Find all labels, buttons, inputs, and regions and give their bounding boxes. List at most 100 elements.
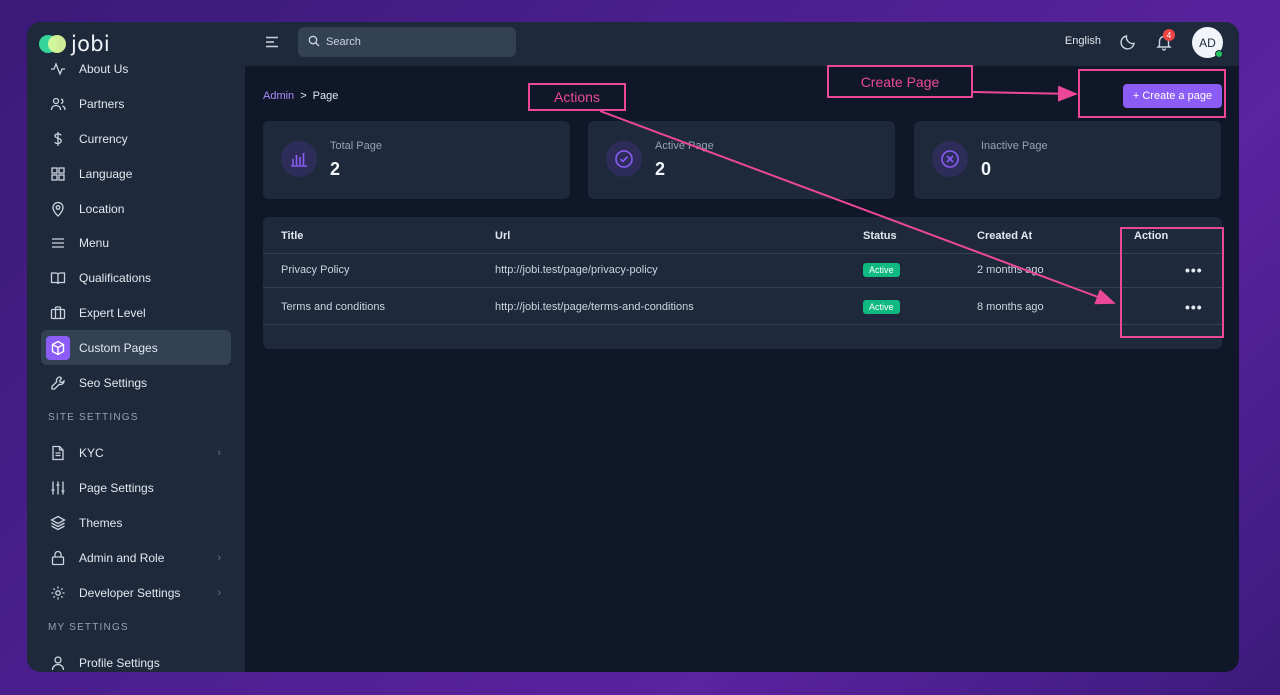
- user-icon: [49, 654, 67, 672]
- logo-mark: [39, 35, 67, 53]
- sidebar-item-qualifications[interactable]: Qualifications: [41, 261, 231, 296]
- pages-table: Title Url Status Created At Action Priva…: [263, 217, 1222, 349]
- sidebar-item-label: Currency: [79, 131, 128, 146]
- annotation-create-button-box: [1078, 69, 1226, 118]
- sidebar: jobi About Us Partners Currency Language…: [27, 22, 245, 672]
- section-title-site-settings: SITE SETTINGS: [48, 412, 139, 424]
- status-badge: Active: [863, 299, 900, 314]
- sidebar-item-label: Qualifications: [79, 271, 152, 286]
- cell-created: 2 months ago: [977, 263, 1044, 276]
- stat-value: 2: [330, 159, 341, 179]
- sidebar-item-label: Developer Settings: [79, 585, 181, 600]
- search-input[interactable]: Search: [298, 27, 516, 57]
- sidebar-nav: About Us Partners Currency Language Loca…: [41, 60, 231, 672]
- map-pin-icon: [49, 200, 67, 218]
- chevron-right-icon: ›: [217, 551, 221, 564]
- sidebar-item-themes[interactable]: Themes: [41, 506, 231, 541]
- annotation-create-page-label: Create Page: [827, 65, 973, 98]
- menu-toggle-icon[interactable]: [265, 35, 279, 49]
- cell-created: 8 months ago: [977, 300, 1044, 313]
- pulse-icon: [49, 60, 67, 78]
- moon-icon[interactable]: [1119, 33, 1137, 51]
- users-icon: [49, 95, 67, 113]
- x-circle-icon: [932, 141, 968, 177]
- sidebar-item-label: Custom Pages: [79, 340, 158, 355]
- stat-label: Inactive Page: [981, 140, 1048, 152]
- status-badge-cell: Active: [863, 251, 900, 288]
- sidebar-item-label: Admin and Role: [79, 550, 165, 565]
- cell-title: Terms and conditions: [281, 300, 385, 313]
- search-icon: [308, 35, 320, 50]
- cell-title: Privacy Policy: [281, 263, 350, 276]
- sidebar-item-label: Menu: [79, 236, 110, 251]
- section-title-my-settings: MY SETTINGS: [48, 622, 129, 634]
- header-url: Url: [495, 229, 511, 242]
- stat-label: Total Page: [330, 140, 382, 152]
- notification-badge: 4: [1163, 29, 1175, 41]
- sidebar-item-label: Themes: [79, 515, 123, 530]
- grid-icon: [49, 165, 67, 183]
- breadcrumb-current: Page: [312, 90, 339, 102]
- sidebar-item-location[interactable]: Location: [41, 191, 231, 226]
- cube-icon: [46, 335, 70, 360]
- topbar: Search English 4 AD: [245, 22, 1239, 66]
- stat-label: Active Page: [655, 140, 714, 152]
- stat-card-inactive: Inactive Page 0: [914, 121, 1221, 199]
- breadcrumb: Admin > Page: [263, 90, 338, 102]
- table-header-row: Title Url Status Created At Action: [263, 217, 1222, 254]
- gear-icon: [49, 584, 67, 602]
- cell-url[interactable]: http://jobi.test/page/privacy-policy: [495, 251, 658, 288]
- sidebar-item-admin-and-role[interactable]: Admin and Role ›: [41, 540, 231, 575]
- app-window: jobi About Us Partners Currency Language…: [27, 22, 1239, 672]
- sidebar-item-currency[interactable]: Currency: [41, 122, 231, 157]
- wrench-icon: [49, 374, 67, 392]
- stat-card-total: Total Page 2: [263, 121, 570, 199]
- header-created: Created At: [977, 229, 1033, 242]
- book-icon: [49, 269, 67, 287]
- status-badge-cell: Active: [863, 288, 900, 325]
- online-status-dot: [1215, 50, 1223, 58]
- sidebar-item-label: KYC: [79, 446, 104, 461]
- sidebar-item-label: Expert Level: [79, 305, 146, 320]
- table-row: Privacy Policy http://jobi.test/page/pri…: [263, 251, 1222, 288]
- search-placeholder: Search: [326, 36, 361, 48]
- sidebar-item-label: Language: [79, 166, 133, 181]
- sliders-icon: [49, 479, 67, 497]
- sidebar-item-about-us[interactable]: About Us: [41, 52, 231, 87]
- sidebar-item-seo-settings[interactable]: Seo Settings: [41, 365, 231, 400]
- menu-icon: [49, 234, 67, 252]
- breadcrumb-admin-link[interactable]: Admin: [263, 90, 294, 102]
- stat-value: 2: [655, 159, 666, 179]
- status-badge: Active: [863, 262, 900, 277]
- stat-card-active: Active Page 2: [588, 121, 895, 199]
- briefcase-icon: [49, 304, 67, 322]
- lock-icon: [49, 549, 67, 567]
- header-title: Title: [281, 229, 304, 242]
- sidebar-item-expert-level[interactable]: Expert Level: [41, 296, 231, 331]
- dollar-icon: [49, 130, 67, 148]
- check-circle-icon: [606, 141, 642, 177]
- sidebar-item-developer-settings[interactable]: Developer Settings ›: [41, 575, 231, 610]
- sidebar-item-label: Partners: [79, 97, 125, 112]
- table-row: Terms and conditions http://jobi.test/pa…: [263, 288, 1222, 325]
- annotation-action-column-box: [1120, 227, 1224, 338]
- cell-url[interactable]: http://jobi.test/page/terms-and-conditio…: [495, 288, 694, 325]
- chevron-right-icon: ›: [217, 447, 221, 460]
- sidebar-item-label: Seo Settings: [79, 375, 148, 390]
- language-selector[interactable]: English: [1065, 35, 1101, 47]
- breadcrumb-separator: >: [300, 90, 307, 102]
- layers-icon: [49, 514, 67, 532]
- sidebar-item-language[interactable]: Language: [41, 156, 231, 191]
- sidebar-item-page-settings[interactable]: Page Settings: [41, 471, 231, 506]
- chart-bars-icon: [281, 141, 317, 177]
- chevron-right-icon: ›: [217, 586, 221, 599]
- sidebar-item-label: Profile Settings: [79, 656, 160, 671]
- sidebar-item-kyc[interactable]: KYC ›: [41, 436, 231, 471]
- sidebar-item-profile-settings[interactable]: Profile Settings: [41, 646, 231, 672]
- document-icon: [49, 444, 67, 462]
- sidebar-item-menu[interactable]: Menu: [41, 226, 231, 261]
- header-status: Status: [863, 229, 897, 242]
- sidebar-item-partners[interactable]: Partners: [41, 87, 231, 122]
- stat-value: 0: [981, 159, 992, 179]
- sidebar-item-custom-pages[interactable]: Custom Pages: [41, 330, 231, 366]
